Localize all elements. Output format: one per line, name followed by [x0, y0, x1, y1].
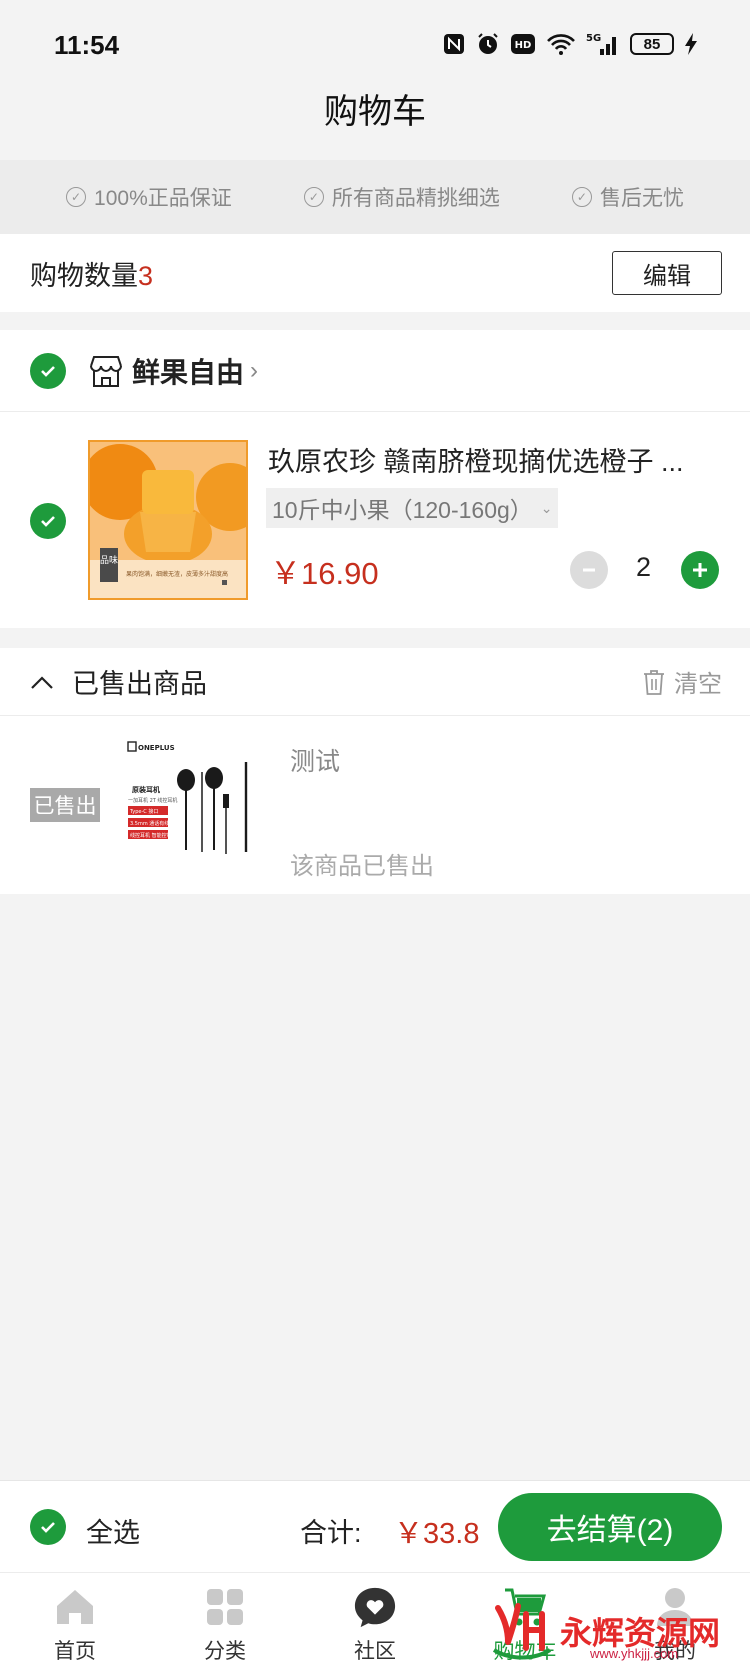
store-icon	[90, 355, 122, 387]
earphone-badge-2: 3.5mm 通话有线	[130, 820, 169, 827]
quantity-value: 2	[636, 552, 652, 582]
sold-out-title: 已售出商品	[72, 669, 207, 699]
status-time: 11:54	[54, 30, 120, 60]
variant-select[interactable]: 10斤中小果（120-160g） ⌄	[266, 488, 558, 528]
quantity-minus-button[interactable]	[570, 551, 608, 589]
cart-item: 品味 果肉饱满，细嫩无渣，皮薄多汁甜度高 玖原农珍 赣南脐橙现摘优选橙子 ...…	[0, 412, 750, 628]
guarantee-label: 售后无忧	[599, 187, 684, 210]
quantity-plus-button[interactable]	[681, 551, 719, 589]
chevron-down-icon: ⌄	[540, 499, 553, 516]
select-all-checkbox[interactable]	[30, 1509, 66, 1545]
trash-icon	[644, 669, 664, 695]
chevron-up-icon[interactable]	[30, 674, 54, 690]
earphone-title: 原装耳机	[132, 785, 160, 794]
cart-icon	[503, 1585, 547, 1629]
store-select-checkbox[interactable]	[30, 352, 66, 389]
earphone-badge-3: 线控耳机 智能控制	[130, 832, 172, 839]
total-value: ￥33.8	[394, 1518, 480, 1550]
status-icons: HD 5G 85	[442, 30, 698, 58]
earphone-brand: ONEPLUS	[138, 744, 175, 752]
total-label: 合计:	[300, 1518, 362, 1548]
tab-community[interactable]: 社区	[300, 1573, 450, 1677]
cart-count-label: 购物数量	[30, 260, 138, 291]
tab-home[interactable]: 首页	[0, 1573, 150, 1677]
guarantee-item: ✓ 100%正品保证	[66, 182, 232, 212]
product-image-caption: 果肉饱满，细嫩无渣，皮薄多汁甜度高	[126, 570, 228, 578]
store-card: 鲜果自由 › 品味 果肉饱满，细嫩无渣，皮薄多汁甜度高 玖原农珍 赣南脐橙现摘优…	[0, 330, 750, 628]
chat-heart-icon	[353, 1585, 397, 1629]
variant-value: 10斤中小果（120-160g）	[272, 497, 533, 523]
sold-out-product-image[interactable]: ONEPLUS 原装耳机 一加耳机 2T 线控耳机 Type-C 接口 3.5m…	[122, 732, 262, 872]
guarantee-item: ✓ 所有商品精挑细选	[303, 182, 500, 212]
tab-profile[interactable]: 我的	[600, 1573, 750, 1677]
product-title[interactable]: 玖原农珍 赣南脐橙现摘优选橙子 ...	[268, 440, 708, 479]
select-all-label[interactable]: 全选	[86, 1511, 140, 1550]
nfc-icon	[442, 30, 466, 58]
clear-button[interactable]: 清空	[642, 664, 722, 699]
user-icon	[653, 1585, 697, 1629]
product-image-tag: 品味	[100, 554, 118, 566]
checkout-bar: 全选 合计: ￥33.8 去结算(2)	[0, 1480, 750, 1572]
tab-cart[interactable]: 购物车	[450, 1573, 600, 1677]
sold-out-tag: 已售出	[30, 788, 100, 822]
tab-label: 分类	[204, 1640, 246, 1663]
cart-count: 购物数量3	[30, 254, 153, 293]
tab-bar: 首页 分类 社区 购物车 我的	[0, 1572, 750, 1677]
sold-out-card: 已售出商品 清空 已售出 ONEPLUS 原装耳机 一加耳机 2T 线控耳机 T…	[0, 648, 750, 894]
product-image[interactable]: 品味 果肉饱满，细嫩无渣，皮薄多汁甜度高	[88, 440, 248, 600]
earphone-badge-1: Type-C 接口	[129, 808, 158, 815]
store-name[interactable]: 鲜果自由	[132, 351, 244, 391]
svg-text:5G: 5G	[586, 33, 601, 44]
tab-label: 我的	[654, 1640, 696, 1663]
sold-out-toggle[interactable]: 已售出商品	[30, 662, 207, 701]
wifi-icon	[546, 30, 576, 58]
guarantee-label: 100%正品保证	[94, 187, 232, 210]
chevron-right-icon[interactable]: ›	[250, 357, 258, 385]
tab-label: 首页	[54, 1640, 96, 1663]
check-circle-icon: ✓	[303, 187, 324, 207]
tab-label: 社区	[354, 1640, 396, 1663]
svg-text:HD: HD	[515, 40, 532, 51]
edit-button[interactable]: 编辑	[612, 251, 722, 295]
sold-out-product-name[interactable]: 测试	[290, 742, 340, 778]
cart-count-bar: 购物数量3 编辑	[0, 234, 750, 312]
guarantee-bar: ✓ 100%正品保证 ✓ 所有商品精挑细选 ✓ 售后无忧	[0, 160, 750, 234]
grid-icon	[203, 1585, 247, 1629]
tab-label: 购物车	[493, 1640, 557, 1663]
checkout-button[interactable]: 去结算(2)	[498, 1493, 722, 1561]
check-circle-icon: ✓	[571, 187, 592, 207]
alarm-icon	[476, 30, 500, 58]
tab-category[interactable]: 分类	[150, 1573, 300, 1677]
charging-icon	[684, 30, 698, 58]
sold-out-item: 已售出 ONEPLUS 原装耳机 一加耳机 2T 线控耳机 Type-C 接口 …	[0, 716, 750, 894]
battery-icon: 85	[630, 33, 674, 55]
signal-icon: 5G	[586, 30, 620, 58]
check-circle-icon: ✓	[66, 187, 87, 207]
earphone-subtitle: 一加耳机 2T 线控耳机	[128, 797, 177, 804]
home-icon	[53, 1585, 97, 1629]
store-header[interactable]: 鲜果自由 ›	[0, 330, 750, 412]
guarantee-label: 所有商品精挑细选	[331, 187, 500, 210]
status-bar: 11:54 HD 5G 85	[0, 0, 750, 90]
item-select-checkbox[interactable]	[30, 503, 66, 539]
clear-label: 清空	[674, 671, 722, 698]
cart-count-number: 3	[138, 260, 154, 291]
sold-out-header: 已售出商品 清空	[0, 648, 750, 716]
guarantee-item: ✓ 售后无忧	[571, 182, 684, 212]
page-title: 购物车	[0, 90, 750, 160]
product-price: ￥16.90	[270, 556, 379, 591]
sold-out-status: 该商品已售出	[290, 853, 434, 880]
hd-icon: HD	[510, 30, 536, 58]
